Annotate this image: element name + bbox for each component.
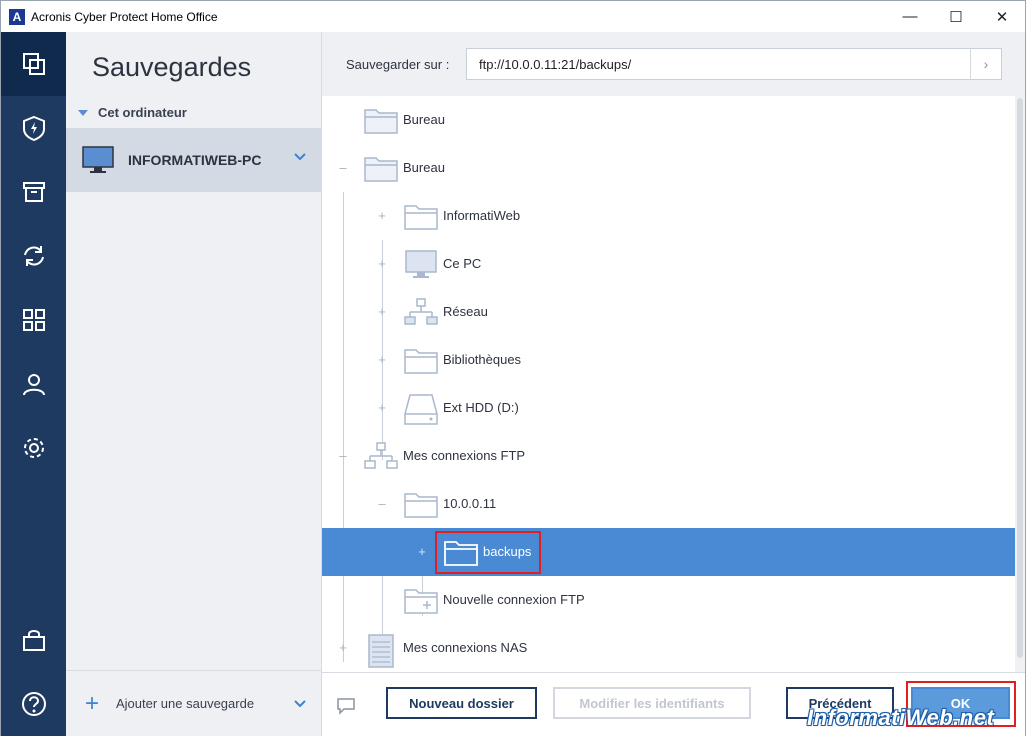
chevron-down-icon[interactable]: [293, 697, 307, 711]
tree-row[interactable]: Bureau: [322, 96, 1015, 144]
collapse-icon[interactable]: –: [338, 160, 348, 175]
nav-backup[interactable]: [1, 32, 66, 96]
expand-icon[interactable]: +: [338, 640, 348, 655]
acronis-logo-icon: A: [9, 8, 25, 25]
destination-label: Sauvegarder sur :: [346, 57, 450, 72]
sync-icon: [23, 246, 44, 266]
folder-icon: [404, 493, 438, 518]
nav-help[interactable]: [1, 672, 66, 736]
tree-row[interactable]: – Bureau: [322, 144, 1015, 192]
page-title: Sauvegardes: [92, 52, 252, 82]
tree-label: Bureau: [403, 112, 445, 127]
scrollbar-thumb[interactable]: [1017, 98, 1023, 658]
tree-label: Mes connexions FTP: [403, 448, 526, 463]
maximize-button[interactable]: ☐: [933, 1, 979, 32]
tree-label: Ce PC: [443, 256, 482, 271]
left-nav: [1, 32, 66, 736]
tree-row[interactable]: + Réseau: [322, 288, 1015, 336]
title-bar: A Acronis Cyber Protect Home Office — ☐ …: [1, 1, 1025, 32]
chevron-down-icon[interactable]: [293, 150, 307, 164]
store-icon: [22, 630, 45, 651]
new-folder-icon: [404, 589, 438, 614]
add-backup-button[interactable]: + Ajouter une sauvegarde: [66, 670, 321, 736]
tree-label: 10.0.0.11: [443, 496, 497, 511]
expand-icon[interactable]: +: [377, 208, 387, 223]
chevron-right-icon: ›: [983, 56, 989, 72]
tree-row[interactable]: + Mes connexions NAS: [322, 624, 1015, 672]
tree-label: Bibliothèques: [443, 352, 522, 367]
nav-settings[interactable]: [1, 416, 66, 480]
tree-label: Ext HDD (D:): [443, 400, 519, 415]
go-button[interactable]: ›: [970, 49, 1001, 79]
comment-icon[interactable]: [336, 697, 356, 715]
group-header[interactable]: Cet ordinateur: [78, 105, 187, 120]
tree-row[interactable]: + Ce PC: [322, 240, 1015, 288]
folder-tree: Bureau – Bureau + InformatiWeb + Ce PC +…: [322, 96, 1015, 672]
tree-row[interactable]: – Mes connexions FTP: [322, 432, 1015, 480]
nav-store[interactable]: [1, 608, 66, 672]
computer-item[interactable]: INFORMATIWEB-PC: [66, 128, 321, 192]
tree-label: Réseau: [443, 304, 488, 319]
group-label: Cet ordinateur: [98, 105, 187, 120]
account-icon: [22, 374, 45, 396]
folder-icon: [404, 349, 438, 374]
network-icon: [404, 298, 438, 325]
destination-bar: Sauvegarder sur : ›: [322, 32, 1025, 96]
nav-protection[interactable]: [1, 96, 66, 160]
new-folder-button[interactable]: Nouveau dossier: [386, 687, 537, 719]
tree-row[interactable]: + Ext HDD (D:): [322, 384, 1015, 432]
tree-row[interactable]: + Bibliothèques: [322, 336, 1015, 384]
vertical-scrollbar[interactable]: [1015, 96, 1025, 672]
edit-credentials-button[interactable]: Modifier les identifiants: [553, 687, 751, 719]
expand-icon[interactable]: +: [377, 400, 387, 415]
tree-row[interactable]: Nouvelle connexion FTP: [322, 576, 1015, 624]
close-button[interactable]: ✕: [979, 1, 1025, 32]
network-icon: [364, 442, 398, 469]
nas-icon: [368, 634, 394, 668]
collapse-triangle-icon: [78, 109, 88, 116]
tree-label: Mes connexions NAS: [403, 640, 528, 655]
minimize-button[interactable]: —: [887, 1, 933, 32]
expand-icon[interactable]: +: [417, 544, 427, 559]
drive-icon: [404, 394, 438, 425]
collapse-icon[interactable]: –: [338, 448, 348, 463]
expand-icon[interactable]: +: [377, 304, 387, 319]
tree-row-selected[interactable]: + backups: [322, 528, 1015, 576]
collapse-icon[interactable]: –: [377, 496, 387, 511]
tree-label: InformatiWeb: [443, 208, 521, 223]
expand-icon[interactable]: +: [377, 256, 387, 271]
computer-name: INFORMATIWEB-PC: [128, 152, 262, 168]
main-panel: Sauvegarder sur : › Bureau – Bureau: [322, 32, 1025, 736]
help-icon: [21, 692, 46, 716]
nav-tools[interactable]: [1, 288, 66, 352]
tree-label: Bureau: [403, 160, 445, 175]
monitor-icon: [405, 250, 437, 278]
tree-row[interactable]: + InformatiWeb: [322, 192, 1015, 240]
destination-input[interactable]: [466, 48, 1002, 80]
watermark: InformatiWeb.net: [807, 705, 995, 730]
folder-icon: [404, 205, 438, 230]
archive-icon: [22, 182, 45, 202]
window-title: Acronis Cyber Protect Home Office: [31, 9, 218, 24]
plus-icon: +: [84, 689, 99, 717]
computer-icon: [82, 146, 114, 173]
nav-sync[interactable]: [1, 224, 66, 288]
tools-icon: [22, 309, 45, 331]
folder-icon: [364, 109, 398, 134]
highlight-box: [435, 531, 541, 574]
settings-icon: [23, 438, 44, 458]
nav-account[interactable]: [1, 352, 66, 416]
expand-icon[interactable]: +: [377, 352, 387, 367]
tree-row[interactable]: – 10.0.0.11: [322, 480, 1015, 528]
app-window: A Acronis Cyber Protect Home Office — ☐ …: [0, 0, 1026, 736]
tree-label: Nouvelle connexion FTP: [443, 592, 585, 607]
folder-icon: [364, 157, 398, 182]
backup-icon: [22, 53, 45, 75]
window-controls: — ☐ ✕: [887, 1, 1025, 32]
backups-pane: Sauvegardes Cet ordinateur INFORMATIWEB-…: [66, 32, 322, 736]
protection-icon: [22, 115, 45, 142]
add-backup-label: Ajouter une sauvegarde: [116, 696, 255, 711]
nav-archive[interactable]: [1, 160, 66, 224]
